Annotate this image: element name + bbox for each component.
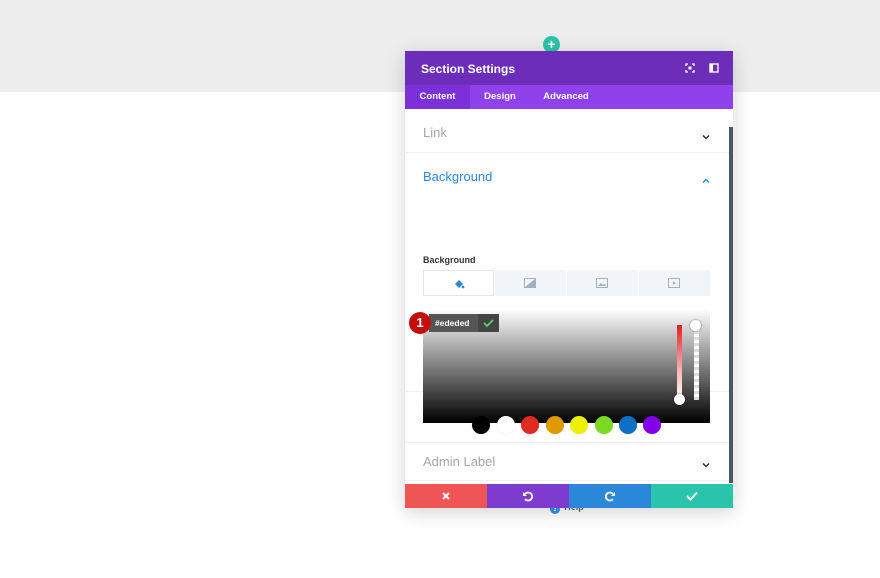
sidebar-toggle-icon[interactable] <box>707 61 721 75</box>
tab-advanced[interactable]: Advanced <box>530 85 602 109</box>
fullscreen-icon[interactable] <box>683 61 697 75</box>
background-type-tabs <box>423 270 710 296</box>
close-icon <box>442 492 450 500</box>
chevron-up-icon[interactable] <box>701 173 711 184</box>
check-icon <box>483 319 494 328</box>
section-settings-modal: Section Settings Content Design Advanced… <box>405 51 733 514</box>
toggle-admin-label-title: Admin Label <box>423 454 496 469</box>
cancel-button[interactable] <box>405 484 487 508</box>
modal-body: Link Background Background #ededed 1 Adm… <box>405 109 729 514</box>
hue-slider[interactable] <box>677 325 682 400</box>
background-color-tab[interactable] <box>423 270 494 296</box>
redo-icon <box>604 491 615 502</box>
undo-icon <box>523 491 534 502</box>
chevron-down-icon <box>701 457 711 468</box>
redo-button[interactable] <box>569 484 651 508</box>
color-swatch-purple[interactable] <box>643 416 661 434</box>
toggle-background-title[interactable]: Background <box>423 169 492 184</box>
check-icon <box>686 491 698 501</box>
color-swatch-orange[interactable] <box>546 416 564 434</box>
color-swatch-blue[interactable] <box>619 416 637 434</box>
tab-content[interactable]: Content <box>405 85 470 109</box>
modal-footer <box>405 484 733 508</box>
toggle-link[interactable]: Link <box>405 109 729 153</box>
color-swatch-green[interactable] <box>595 416 613 434</box>
chevron-down-icon <box>701 129 711 140</box>
undo-button[interactable] <box>487 484 569 508</box>
gradient-icon <box>524 278 536 288</box>
video-icon <box>668 278 680 288</box>
scrollbar[interactable] <box>729 127 733 483</box>
modal-title: Section Settings <box>421 62 516 76</box>
color-swatch-yellow[interactable] <box>570 416 588 434</box>
opacity-slider-handle[interactable] <box>690 320 701 331</box>
paint-bucket-icon <box>455 280 465 289</box>
hue-slider-handle[interactable] <box>674 394 685 405</box>
background-gradient-tab[interactable] <box>495 270 566 296</box>
background-video-tab[interactable] <box>639 270 710 296</box>
hex-color-input[interactable]: #ededed <box>429 314 483 332</box>
tab-design[interactable]: Design <box>470 85 530 109</box>
save-button[interactable] <box>651 484 733 508</box>
color-swatch-black[interactable] <box>472 416 490 434</box>
toggle-admin-label[interactable]: Admin Label <box>405 442 729 481</box>
modal-header: Section Settings <box>405 51 733 85</box>
modal-tabs: Content Design Advanced <box>405 85 733 109</box>
step-marker: 1 <box>409 312 431 334</box>
opacity-slider[interactable] <box>694 325 699 400</box>
color-swatch-white[interactable] <box>497 416 515 434</box>
background-field-label: Background <box>423 255 476 265</box>
image-icon <box>596 278 608 288</box>
hex-confirm-button[interactable] <box>478 314 499 332</box>
background-image-tab[interactable] <box>567 270 638 296</box>
toggle-link-title: Link <box>423 125 447 140</box>
color-swatch-red[interactable] <box>521 416 539 434</box>
